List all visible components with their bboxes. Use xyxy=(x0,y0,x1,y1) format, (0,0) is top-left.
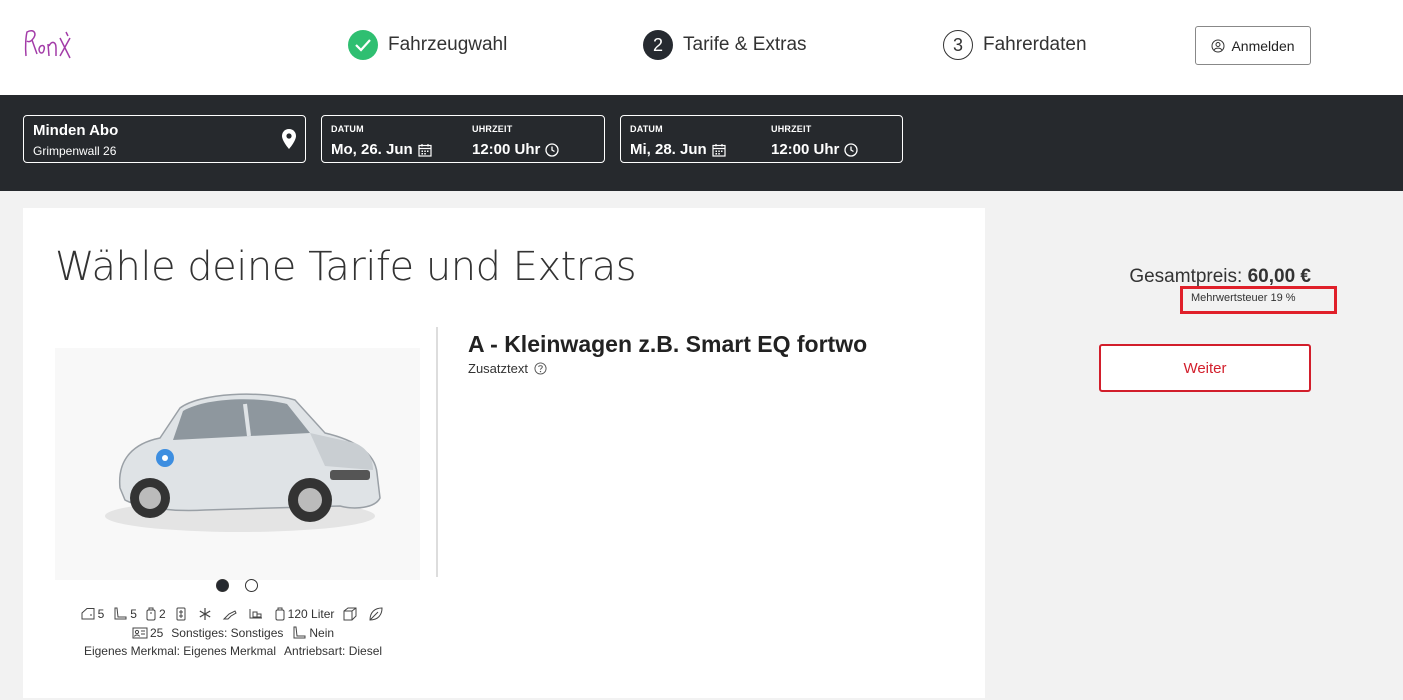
pickup-time-value: 12:00 Uhr xyxy=(472,141,541,158)
tank-feature: 120 Liter xyxy=(274,607,335,621)
eco-feature xyxy=(368,606,386,622)
return-time-value: 12:00 Uhr xyxy=(771,141,840,158)
location-address: Grimpenwall 26 xyxy=(33,144,117,158)
return-date-label: DATUM xyxy=(630,124,663,134)
pickup-date-value: Mo, 26. Jun xyxy=(331,141,413,158)
car-subtext: Zusatztext xyxy=(468,361,528,376)
carousel-dot-2[interactable] xyxy=(245,579,258,592)
clock-icon xyxy=(545,142,560,157)
return-time[interactable]: 12:00 Uhr xyxy=(771,141,859,158)
doors-feature: 5 xyxy=(80,607,105,621)
trolley-icon xyxy=(249,609,262,619)
vertical-divider xyxy=(436,327,438,577)
step-label: Fahrzeugwahl xyxy=(388,34,508,55)
seat-icon xyxy=(293,626,306,639)
drive-feature: Antriebsart: Diesel xyxy=(284,644,383,658)
step-number: 2 xyxy=(643,30,673,60)
min-age-value: 25 xyxy=(149,626,164,640)
brand-logo[interactable] xyxy=(22,26,78,66)
return-datetime[interactable]: DATUM Mi, 28. Jun UHRZEIT 12:00 Uhr xyxy=(620,115,903,163)
snowflake-icon xyxy=(199,608,211,620)
pickup-date-label: DATUM xyxy=(331,124,364,134)
car-additional-text: Zusatztext xyxy=(468,361,547,376)
location-selector[interactable]: Minden Abo Grimpenwall 26 xyxy=(23,115,306,163)
step-number: 3 xyxy=(943,30,973,60)
step-rates-extras[interactable]: 2 Tarife & Extras xyxy=(643,30,807,60)
total-price-value: 60,00 € xyxy=(1247,266,1311,287)
own-feature: Eigenes Merkmal: Eigenes Merkmal xyxy=(83,644,277,658)
tank-value: 120 Liter xyxy=(287,607,335,621)
car-image[interactable] xyxy=(55,348,420,580)
total-price-label: Gesamtpreis: xyxy=(1129,266,1243,287)
seats-value: 5 xyxy=(130,607,137,621)
feature-row: 5 5 2 120 Liter xyxy=(53,606,413,622)
booking-bar: Minden Abo Grimpenwall 26 DATUM Mo, 26. … xyxy=(0,95,1403,191)
step-driver-data[interactable]: 3 Fahrerdaten xyxy=(943,30,1087,60)
return-time-label: UHRZEIT xyxy=(771,124,812,134)
return-date-value: Mi, 28. Jun xyxy=(630,141,707,158)
location-pin-icon xyxy=(282,129,296,149)
gearbox-feature xyxy=(174,607,190,621)
feature-row: 25 Sonstiges: Sonstiges Nein xyxy=(53,626,413,640)
cargo-feature xyxy=(248,607,266,621)
seat-icon xyxy=(114,607,127,620)
doors-value: 5 xyxy=(97,607,105,621)
misc-feature: Sonstiges: Sonstiges xyxy=(171,626,284,640)
step-label: Tarife & Extras xyxy=(683,34,807,55)
car-features: 5 5 2 120 Liter 25 Sonstiges: Sonstiges … xyxy=(53,606,413,662)
leaf-icon xyxy=(369,607,383,621)
bags-feature: 2 xyxy=(145,607,166,621)
total-price: Gesamtpreis: 60,00 € xyxy=(1100,266,1311,288)
return-date[interactable]: Mi, 28. Jun xyxy=(630,141,726,158)
min-age-feature: 25 xyxy=(132,626,163,640)
luggage-icon xyxy=(146,607,156,621)
bags-value: 2 xyxy=(158,607,166,621)
check-icon xyxy=(348,30,378,60)
clock-icon xyxy=(844,142,859,157)
login-label: Anmelden xyxy=(1231,37,1295,54)
rates-card: Wähle deine Tarife und Extras A - Kleinw… xyxy=(23,208,985,698)
comfort-feature xyxy=(222,607,240,621)
gearshift-icon xyxy=(176,607,186,621)
reclining-seat-icon xyxy=(222,610,237,620)
seats-feature: 5 xyxy=(112,607,137,621)
next-button-label: Weiter xyxy=(1183,359,1227,377)
id-card-icon xyxy=(132,627,148,639)
box-feature xyxy=(342,606,360,622)
help-icon[interactable] xyxy=(534,362,547,375)
pickup-time-label: UHRZEIT xyxy=(472,124,513,134)
calendar-icon xyxy=(712,143,726,157)
pickup-time[interactable]: 12:00 Uhr xyxy=(472,141,560,158)
child-seat-value: Nein xyxy=(309,626,335,640)
fuel-tank-icon xyxy=(275,607,285,621)
vat-text: Mehrwertsteuer 19 % xyxy=(1191,292,1296,304)
carousel-dots xyxy=(216,579,258,592)
pickup-date[interactable]: Mo, 26. Jun xyxy=(331,141,432,158)
step-label: Fahrerdaten xyxy=(983,34,1087,55)
child-seat-feature: Nein xyxy=(291,626,334,640)
top-header: Fahrzeugwahl 2 Tarife & Extras 3 Fahrerd… xyxy=(0,0,1403,95)
user-icon xyxy=(1211,39,1225,52)
location-title: Minden Abo xyxy=(33,122,119,139)
login-button[interactable]: Anmelden xyxy=(1195,26,1311,65)
vat-highlight: Mehrwertsteuer 19 % xyxy=(1180,286,1337,314)
step-vehicle-selection[interactable]: Fahrzeugwahl xyxy=(348,30,507,60)
calendar-icon xyxy=(418,143,432,157)
pickup-datetime[interactable]: DATUM Mo, 26. Jun UHRZEIT 12:00 Uhr xyxy=(321,115,605,163)
car-category-title: A - Kleinwagen z.B. Smart EQ fortwo xyxy=(468,331,868,357)
aircon-feature xyxy=(198,607,214,621)
cube-icon xyxy=(343,607,357,621)
carousel-dot-1[interactable] xyxy=(216,579,229,592)
next-button[interactable]: Weiter xyxy=(1099,344,1311,392)
door-icon xyxy=(81,608,95,620)
feature-row: Eigenes Merkmal: Eigenes Merkmal Antrieb… xyxy=(53,644,413,658)
page-title: Wähle deine Tarife und Extras xyxy=(55,244,637,290)
